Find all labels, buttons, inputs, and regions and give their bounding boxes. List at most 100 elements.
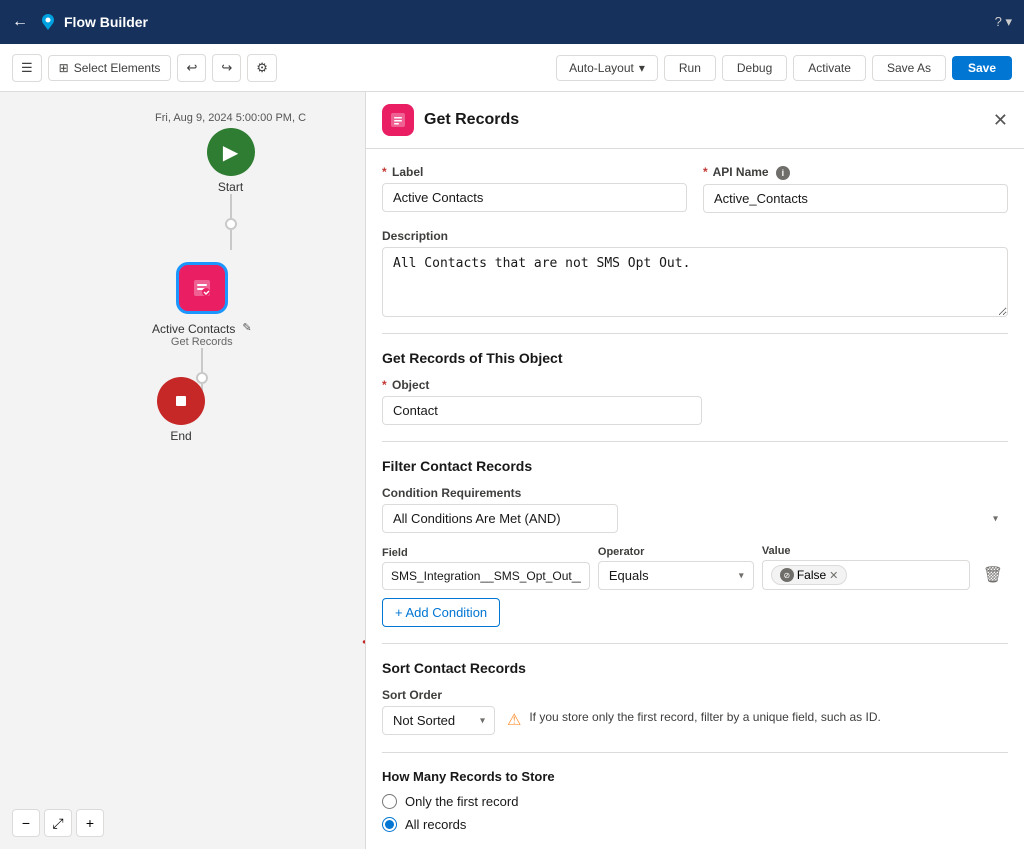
only-first-label: Only the first record: [405, 794, 518, 809]
value-pill-text: False: [797, 568, 826, 582]
select-elements-button[interactable]: ⊞ Select Elements: [48, 55, 172, 81]
zoom-fit-button[interactable]: ⤢: [44, 809, 72, 837]
back-button[interactable]: ←: [12, 13, 28, 31]
value-pill: ⊘ False ✕: [771, 565, 848, 585]
operator-select-wrapper: Equals Does Not Equal ▾: [598, 561, 754, 590]
sort-row: Sort Order Not Sorted Ascending Descendi…: [382, 688, 1008, 736]
only-first-radio[interactable]: [382, 794, 397, 809]
run-button[interactable]: Run: [664, 55, 716, 81]
label-api-row: * Label * API Name i: [382, 165, 1008, 213]
node-label-row: [176, 262, 228, 314]
connector-line-1: [230, 194, 232, 218]
all-records-radio[interactable]: [382, 817, 397, 832]
select-elements-label: Select Elements: [74, 61, 161, 75]
app-logo: Flow Builder: [38, 12, 148, 32]
add-condition-button[interactable]: + Add Condition: [382, 598, 500, 627]
panel-body: * Label * API Name i Description: [366, 149, 1024, 849]
all-records-label: All records: [405, 817, 466, 832]
end-node-wrapper: End: [157, 377, 205, 443]
select-elements-icon: ⊞: [59, 61, 69, 75]
app-title: Flow Builder: [64, 14, 148, 30]
zoom-out-button[interactable]: −: [12, 809, 40, 837]
node-name-row: Active Contacts ✎: [152, 318, 252, 336]
condition-req-arrow: ▾: [993, 513, 998, 524]
connector-line-2: [230, 230, 232, 250]
salesforce-icon: [38, 12, 58, 32]
condition-req-group: Condition Requirements All Conditions Ar…: [382, 486, 1008, 533]
end-node[interactable]: [157, 377, 205, 425]
get-records-label: Active Contacts: [152, 322, 235, 336]
get-records-section-header: Get Records of This Object: [382, 350, 1008, 366]
panel-icon: [382, 104, 414, 136]
condition-req-label: Condition Requirements: [382, 486, 1008, 500]
get-records-icon: [190, 276, 214, 300]
label-input[interactable]: [382, 183, 687, 212]
label-required-marker: *: [382, 165, 387, 179]
connector-dot-1: [225, 218, 237, 230]
filter-section-header: Filter Contact Records: [382, 458, 1008, 474]
start-node[interactable]: ▶: [207, 128, 255, 176]
warning-icon: ⚠: [507, 710, 521, 730]
only-first-radio-label[interactable]: Only the first record: [382, 794, 1008, 809]
api-name-label: * API Name i: [703, 165, 1008, 180]
toolbar: ☰ ⊞ Select Elements ↩ ↪ ⚙ Auto-Layout ▾ …: [0, 44, 1024, 92]
sort-order-label: Sort Order: [382, 688, 495, 702]
filter-value-group: Value ⊘ False ✕: [762, 545, 970, 590]
description-group: Description All Contacts that are not SM…: [382, 229, 1008, 317]
undo-button[interactable]: ↩: [177, 54, 206, 82]
condition-req-select[interactable]: All Conditions Are Met (AND) Any Conditi…: [382, 504, 618, 533]
divider-2: [382, 441, 1008, 442]
activate-button[interactable]: Activate: [793, 55, 866, 81]
filter-condition-row: Field Operator Equals Does Not Equal ▾ V…: [382, 545, 1008, 590]
help-menu[interactable]: ? ▾: [995, 14, 1012, 30]
object-input[interactable]: [382, 396, 702, 425]
sidebar-toggle-button[interactable]: ☰: [12, 54, 42, 82]
end-node-icon: [172, 392, 190, 410]
redo-button[interactable]: ↪: [212, 54, 241, 82]
filter-field-input[interactable]: [382, 562, 590, 590]
edit-icon[interactable]: ✎: [242, 321, 251, 334]
save-button[interactable]: Save: [952, 56, 1012, 80]
sort-order-select[interactable]: Not Sorted Ascending Descending: [382, 706, 495, 735]
value-pill-container[interactable]: ⊘ False ✕: [762, 560, 970, 590]
main-content: Fri, Aug 9, 2024 5:00:00 PM, C ▶ Start: [0, 92, 1024, 849]
auto-layout-label: Auto-Layout: [569, 61, 634, 75]
panel-header: Get Records ✕: [366, 92, 1024, 149]
description-label: Description: [382, 229, 1008, 243]
condition-req-wrapper: All Conditions Are Met (AND) Any Conditi…: [382, 504, 1008, 533]
operator-select[interactable]: Equals Does Not Equal: [598, 561, 754, 590]
value-pill-remove-button[interactable]: ✕: [829, 569, 838, 582]
sort-warning-box: ⚠ If you store only the first record, fi…: [507, 688, 881, 736]
get-records-node[interactable]: [176, 262, 228, 314]
get-records-panel: Get Records ✕ * Label * API Name: [365, 92, 1024, 849]
settings-button[interactable]: ⚙: [247, 54, 277, 82]
field-col-label: Field: [382, 547, 590, 559]
sort-section-header: Sort Contact Records: [382, 660, 1008, 676]
panel-title: Get Records: [424, 111, 519, 129]
flow-container: Fri, Aug 9, 2024 5:00:00 PM, C ▶ Start: [0, 92, 365, 849]
auto-layout-button[interactable]: Auto-Layout ▾: [556, 55, 658, 81]
how-many-title: How Many Records to Store: [382, 769, 1008, 784]
sort-select-wrapper: Not Sorted Ascending Descending ▾: [382, 706, 495, 735]
value-col-label: Value: [762, 545, 970, 557]
all-records-radio-label[interactable]: All records: [382, 817, 1008, 832]
panel-close-button[interactable]: ✕: [993, 110, 1008, 131]
api-name-group: * API Name i: [703, 165, 1008, 213]
connector-line-3: [201, 348, 203, 372]
debug-button[interactable]: Debug: [722, 55, 787, 81]
top-nav: ← Flow Builder ? ▾: [0, 0, 1024, 44]
api-name-info-icon[interactable]: i: [776, 166, 790, 180]
start-node-wrapper: Fri, Aug 9, 2024 5:00:00 PM, C ▶ Start: [155, 112, 306, 250]
filter-delete-button[interactable]: 🗑: [978, 560, 1008, 590]
api-name-input[interactable]: [703, 184, 1008, 213]
save-as-button[interactable]: Save As: [872, 55, 946, 81]
zoom-in-button[interactable]: +: [76, 809, 104, 837]
label-group: * Label: [382, 165, 687, 213]
label-field-label: * Label: [382, 165, 687, 179]
description-textarea[interactable]: All Contacts that are not SMS Opt Out.: [382, 247, 1008, 317]
canvas: Fri, Aug 9, 2024 5:00:00 PM, C ▶ Start: [0, 92, 365, 849]
divider-3: [382, 643, 1008, 644]
start-label: Start: [218, 180, 243, 194]
filter-operator-group: Operator Equals Does Not Equal ▾: [598, 546, 754, 590]
panel-header-icon: [389, 111, 407, 129]
